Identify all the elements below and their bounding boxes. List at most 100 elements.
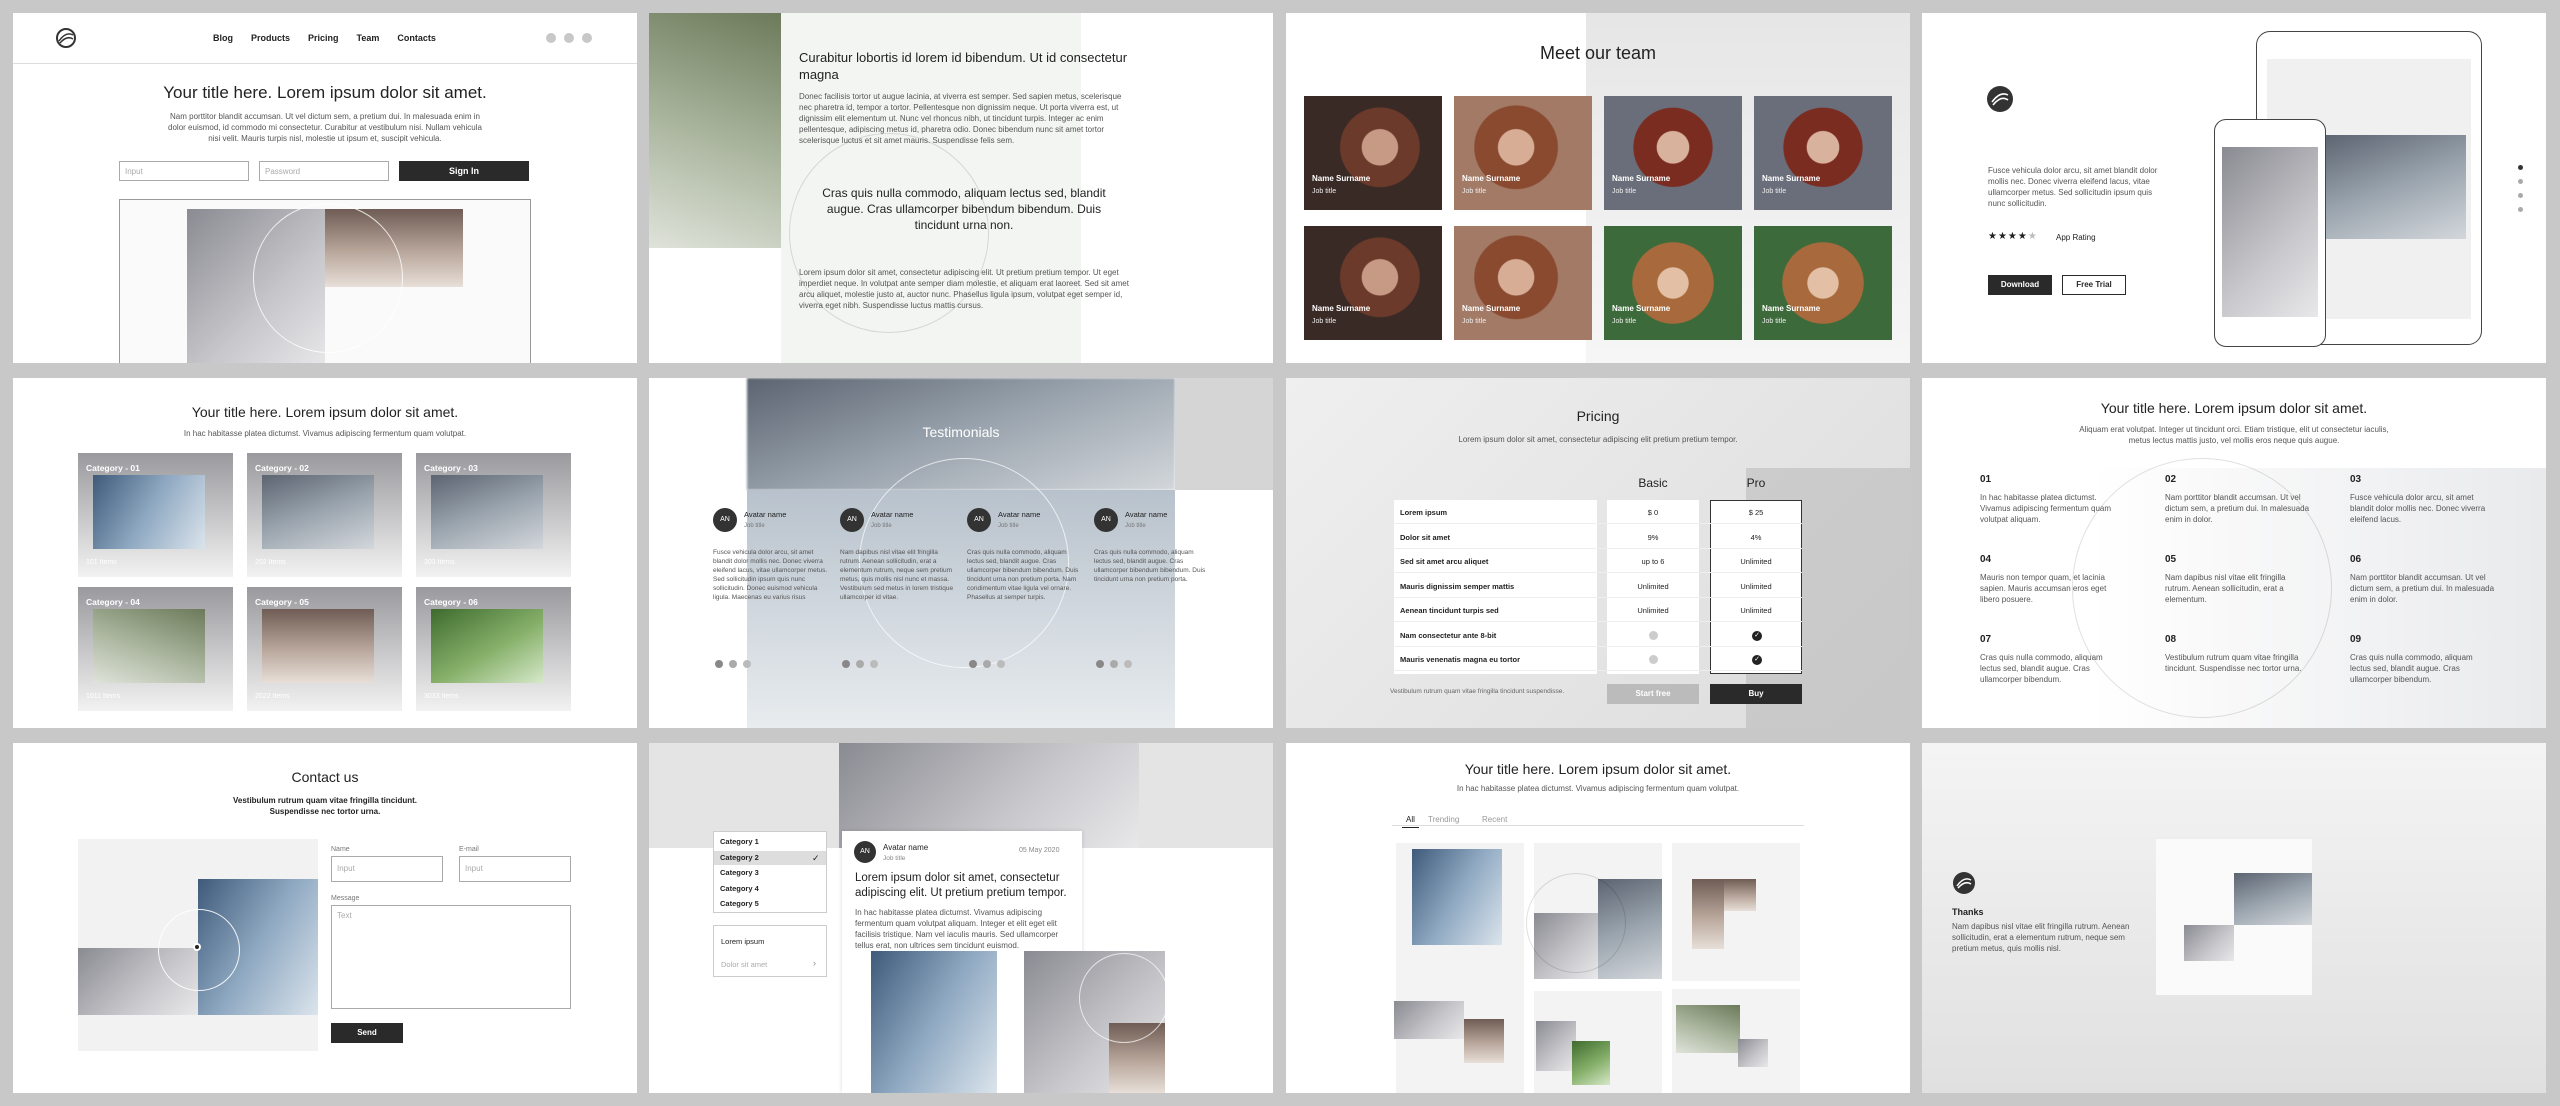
start-free-button[interactable]: Start free: [1607, 684, 1699, 704]
basic-value: up to 6: [1641, 557, 1665, 566]
tab-recent[interactable]: Recent: [1482, 815, 1507, 824]
pager-dot[interactable]: [870, 660, 878, 668]
avatar-name: Avatar name: [1125, 510, 1168, 519]
thanks-text: Nam dapibus nisl vitae elit fringilla ru…: [1952, 922, 2130, 953]
avatar: AN: [1094, 508, 1118, 532]
social-icon[interactable]: [546, 33, 556, 43]
logo-icon[interactable]: [1986, 85, 2014, 113]
pager-dot[interactable]: [842, 660, 850, 668]
member-name: Name Surname: [1462, 304, 1521, 313]
pager-dot[interactable]: [743, 660, 751, 668]
pager-dot[interactable]: [715, 660, 723, 668]
tab-all[interactable]: All: [1402, 815, 1419, 828]
category-name: Category - 05: [255, 597, 309, 607]
article-heading: Curabitur lobortis id lorem id bibendum.…: [799, 50, 1128, 82]
gallery-image: [1724, 879, 1756, 911]
free-trial-button[interactable]: Free Trial: [2062, 275, 2126, 295]
pager-dot[interactable]: [2518, 193, 2523, 198]
nav-pricing[interactable]: Pricing: [308, 33, 339, 43]
category-name: Category - 06: [424, 597, 478, 607]
nav-products[interactable]: Products: [251, 33, 290, 43]
category-menu-item[interactable]: Category 4: [714, 882, 826, 896]
category-menu-item[interactable]: Category 3: [714, 866, 826, 880]
nav-blog[interactable]: Blog: [213, 33, 233, 43]
nav-contacts[interactable]: Contacts: [397, 33, 436, 43]
nav-team[interactable]: Team: [357, 33, 380, 43]
pager-dot[interactable]: [1110, 660, 1118, 668]
buy-button[interactable]: Buy: [1710, 684, 1802, 704]
category-menu-item[interactable]: Category 5: [714, 897, 826, 911]
pager-dot[interactable]: [2518, 207, 2523, 212]
member-name: Name Surname: [1312, 304, 1371, 313]
feature-number: 03: [2350, 474, 2362, 485]
feature-text: Mauris non tempor quam, et lacinia sapie…: [1980, 573, 2107, 604]
plan-pro-label: Pro: [1746, 476, 1766, 490]
message-field[interactable]: Text: [331, 905, 571, 1009]
input-field[interactable]: Input: [119, 161, 249, 181]
feature-number: 07: [1980, 634, 1992, 645]
pager-dot[interactable]: [997, 660, 1005, 668]
feature-label: Dolor sit amet: [1400, 532, 1451, 542]
slide-app: Fusce vehicula dolor arcu, sit amet blan…: [1922, 13, 2546, 363]
post-body: In hac habitasse platea dictumst. Vivamu…: [855, 908, 1059, 950]
side-list-item[interactable]: Lorem ipsum: [721, 937, 764, 946]
social-icon[interactable]: [582, 33, 592, 43]
pager-dot[interactable]: [983, 660, 991, 668]
avatar-name: Avatar name: [744, 510, 787, 519]
side-list-item[interactable]: Dolor sit amet: [721, 960, 767, 969]
download-button[interactable]: Download: [1988, 275, 2052, 295]
page-subtitle: In hac habitasse platea dictumst. Vivamu…: [1456, 784, 1740, 793]
feature-label: Aenean tincidunt turpis sed: [1400, 606, 1499, 615]
sign-in-button[interactable]: Sign In: [399, 161, 529, 181]
pager-dot[interactable]: [2518, 179, 2523, 184]
team-title: Meet our team: [1539, 43, 1657, 63]
post-image: [871, 951, 997, 1093]
slide-thanks: Thanks Nam dapibus nisl vitae elit fring…: [1922, 743, 2546, 1093]
feature-text: Nam porttitor blandit accumsan. Ut vel d…: [2165, 493, 2310, 524]
send-button[interactable]: Send: [331, 1023, 403, 1043]
pager-dot[interactable]: [1124, 660, 1132, 668]
member-name: Name Surname: [1612, 174, 1671, 183]
testimonial-text: Cras quis nulla commodo, aliquam lectus …: [1094, 549, 1206, 583]
pager-dot[interactable]: [1096, 660, 1104, 668]
member-job: Job title: [1462, 318, 1487, 325]
email-field[interactable]: Input: [459, 856, 571, 882]
logo-icon[interactable]: [1952, 871, 1976, 895]
pager-dot[interactable]: [856, 660, 864, 668]
member-name: Name Surname: [1762, 174, 1821, 183]
feature-label: Lorem ipsum: [1400, 508, 1448, 517]
member-name: Name Surname: [1612, 304, 1671, 313]
star-rating: ★★★★★: [1988, 231, 2038, 242]
pager-dot[interactable]: [729, 660, 737, 668]
slide-team: Meet our team Name Surname Job title Nam…: [1286, 13, 1910, 363]
check-icon: ✓: [1752, 630, 1762, 641]
name-field[interactable]: Input: [331, 856, 443, 882]
category-menu-item[interactable]: Category 1: [714, 835, 826, 849]
feature-number: 04: [1980, 554, 1992, 565]
phone-image: [2222, 147, 2318, 317]
social-icon[interactable]: [564, 33, 574, 43]
check-icon: ✓: [1752, 655, 1762, 665]
feature-label: Mauris venenatis magna eu tortor: [1400, 655, 1521, 664]
pager-dot[interactable]: [969, 660, 977, 668]
password-field[interactable]: Password: [259, 161, 389, 181]
map-pin-icon: [193, 943, 201, 951]
slide-contact: Contact us Vestibulum rutrum quam vitae …: [13, 743, 637, 1093]
member-job: Job title: [1762, 318, 1787, 325]
tab-trending[interactable]: Trending: [1428, 815, 1459, 824]
pricing-note: Vestibulum rutrum quam vitae fringilla t…: [1390, 688, 1565, 695]
category-image: [431, 609, 543, 683]
avatar-name: Avatar name: [871, 510, 914, 519]
logo-icon[interactable]: [55, 27, 77, 49]
basic-value: 9%: [1647, 532, 1659, 542]
author-job: Job title: [883, 855, 906, 862]
testimonial-text: Cras quis nulla commodo, aliquam lectus …: [967, 549, 1079, 601]
pager-dot[interactable]: [2518, 165, 2523, 170]
avatar: AN: [967, 508, 991, 532]
gallery-image: [1676, 1005, 1740, 1053]
feature-text: Nam dapibus nisl vitae elit fringilla ru…: [2165, 573, 2286, 604]
chevron-right-icon[interactable]: ›: [813, 958, 816, 968]
gallery-image: [1464, 1019, 1504, 1063]
category-menu-item[interactable]: Category 2: [714, 850, 826, 865]
avatar: AN: [713, 508, 737, 532]
